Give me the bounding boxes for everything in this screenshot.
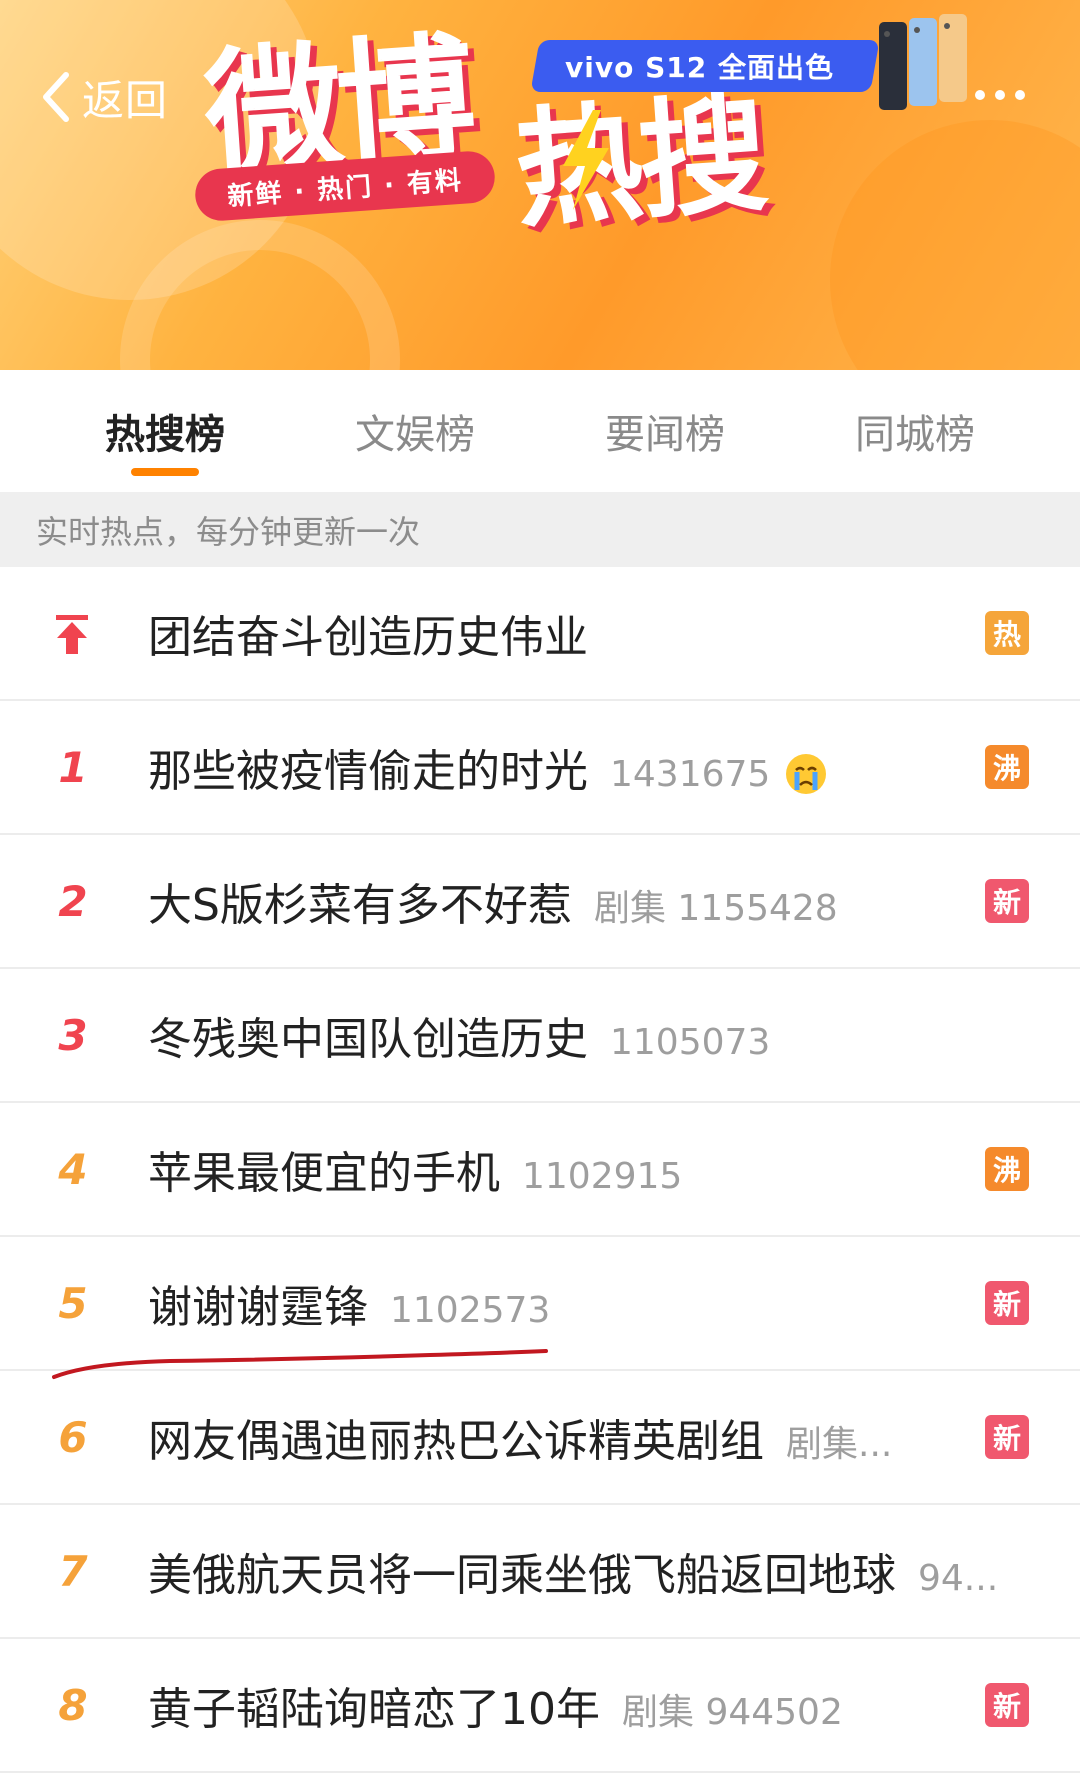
tab-bar: 热搜榜 文娱榜 要闻榜 同城榜 [0, 370, 1080, 492]
item-title: 大S版杉菜有多不好惹 剧集 1155428 [148, 880, 838, 931]
pin-top-icon [56, 615, 88, 654]
item-title: 谢谢谢霆锋 1102573 [148, 1282, 551, 1333]
crying-face-icon [786, 754, 827, 794]
item-title: 黄子韬陆询暗恋了10年 剧集 944502 [148, 1684, 843, 1735]
ad-text: vivo S12 全面出色 [565, 51, 834, 84]
hot-search-banner: 返回 微博 新鲜 · 热门 · 有料 热搜 vivo S12 全面出色 [0, 0, 1080, 370]
new-badge: 新 [985, 879, 1029, 923]
item-title: 美俄航天员将一同乘坐俄飞船返回地球 94... [148, 1550, 999, 1601]
list-item[interactable]: 4 苹果最便宜的手机 1102915 沸 [0, 1103, 1080, 1237]
item-title: 团结奋斗创造历史伟业 [148, 612, 588, 663]
list-item[interactable]: 6 网友偶遇迪丽热巴公诉精英剧组 剧集... 新 [0, 1371, 1080, 1505]
list-item[interactable]: 1 那些被疫情偷走的时光 1431675 沸 [0, 701, 1080, 835]
chevron-left-icon [43, 72, 69, 122]
list-item[interactable]: 3 冬残奥中国队创造历史 1105073 [0, 969, 1080, 1103]
tab-label: 同城榜 [855, 412, 975, 458]
list-item[interactable]: 8 黄子韬陆询暗恋了10年 剧集 944502 新 [0, 1639, 1080, 1773]
tab-hot-search[interactable]: 热搜榜 [55, 370, 275, 492]
hand-drawn-underline [52, 1349, 548, 1379]
dot-icon [975, 90, 985, 100]
list-item[interactable]: 7 美俄航天员将一同乘坐俄飞船返回地球 94... [0, 1505, 1080, 1639]
back-label: 返回 [82, 75, 169, 125]
active-tab-indicator [131, 468, 199, 476]
lightning-icon [563, 110, 609, 210]
rank-number: 5 [58, 1278, 88, 1328]
new-badge: 新 [985, 1281, 1029, 1325]
item-meta: 1105073 [610, 1022, 771, 1063]
hot-search-list: 团结奋斗创造历史伟业 热 1 那些被疫情偷走的时光 1431675 沸 2 大S版… [0, 567, 1080, 1773]
phones-image [879, 14, 967, 110]
tab-news[interactable]: 要闻榜 [555, 370, 775, 492]
item-meta: 剧集 944502 [622, 1692, 843, 1733]
item-meta: 94... [918, 1558, 999, 1599]
rank-number: 6 [58, 1412, 88, 1462]
rank-number: 7 [58, 1546, 88, 1596]
update-notice: 实时热点，每分钟更新一次 [0, 492, 1080, 567]
tab-entertainment[interactable]: 文娱榜 [305, 370, 525, 492]
more-button[interactable] [975, 80, 1045, 110]
tab-label: 要闻榜 [605, 412, 725, 458]
new-badge: 新 [985, 1415, 1029, 1459]
item-meta: 1102915 [522, 1156, 683, 1197]
rank-number: 8 [58, 1680, 88, 1730]
ad-banner[interactable]: vivo S12 全面出色 [530, 40, 880, 92]
list-item[interactable]: 2 大S版杉菜有多不好惹 剧集 1155428 新 [0, 835, 1080, 969]
rank-number: 2 [58, 876, 88, 926]
item-title: 苹果最便宜的手机 1102915 [148, 1148, 683, 1199]
item-title: 网友偶遇迪丽热巴公诉精英剧组 剧集... [148, 1416, 893, 1467]
banner-decoration [830, 120, 1080, 370]
tab-label: 文娱榜 [355, 412, 475, 458]
new-badge: 新 [985, 1683, 1029, 1727]
boil-badge: 沸 [985, 1147, 1029, 1191]
item-meta: 1102573 [390, 1290, 551, 1331]
tab-label: 热搜榜 [105, 412, 225, 458]
item-meta: 1431675 [610, 754, 771, 795]
dot-icon [1015, 90, 1025, 100]
rank-number: 4 [58, 1144, 88, 1194]
list-item[interactable]: 团结奋斗创造历史伟业 热 [0, 567, 1080, 701]
hot-badge: 热 [985, 611, 1029, 655]
rank-number: 3 [58, 1010, 88, 1060]
item-title: 那些被疫情偷走的时光 1431675 [148, 735, 828, 799]
item-title: 冬残奥中国队创造历史 1105073 [148, 1014, 771, 1065]
item-meta: 剧集 1155428 [593, 888, 838, 929]
tab-local[interactable]: 同城榜 [805, 370, 1025, 492]
boil-badge: 沸 [985, 745, 1029, 789]
item-meta: 剧集... [786, 1424, 893, 1465]
back-button[interactable]: 返回 [36, 62, 168, 132]
dot-icon [995, 90, 1005, 100]
rank-number: 1 [58, 742, 88, 792]
